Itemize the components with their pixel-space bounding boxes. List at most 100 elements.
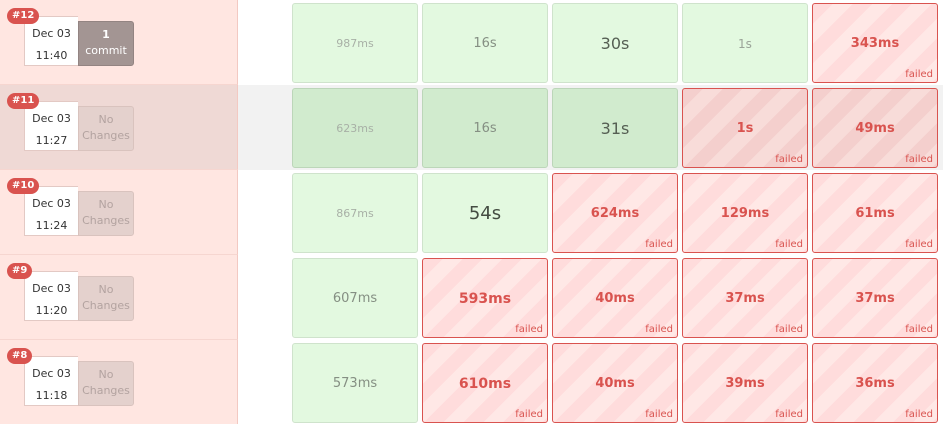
stage-duration: 49ms: [855, 121, 895, 136]
build-row: #10 Dec 03 11:24 No Changes 867ms 54s 62…: [0, 170, 943, 255]
stage-duration: 1s: [738, 37, 752, 51]
stage-duration: 40ms: [595, 291, 635, 306]
stage-duration: 343ms: [850, 36, 900, 51]
build-number-badge[interactable]: #10: [7, 178, 40, 194]
stage-cell[interactable]: 30s: [552, 3, 678, 83]
build-cell[interactable]: #11 Dec 03 11:27 No Changes: [0, 85, 238, 170]
build-date-day: Dec 03: [32, 282, 71, 295]
build-number-badge[interactable]: #8: [7, 348, 33, 364]
stage-cell[interactable]: 607ms: [292, 258, 418, 338]
changes-button[interactable]: No Changes: [78, 106, 134, 151]
stage-duration: 129ms: [720, 206, 770, 221]
stage-duration: 39ms: [725, 376, 765, 391]
build-number-badge[interactable]: #11: [7, 93, 40, 109]
changes-count: No: [98, 113, 114, 126]
build-date-day: Dec 03: [32, 112, 71, 125]
failed-label: failed: [645, 239, 673, 250]
stage-cell[interactable]: 573ms: [292, 343, 418, 423]
stage-duration: 37ms: [725, 291, 765, 306]
changes-count: 1: [102, 28, 110, 41]
failed-label: failed: [775, 239, 803, 250]
stage-cell-failed[interactable]: 624ms failed: [552, 173, 678, 253]
build-date: Dec 03 11:18: [24, 356, 78, 406]
stage-duration: 31s: [600, 119, 630, 138]
changes-count: No: [98, 368, 114, 381]
changes-label: commit: [85, 44, 127, 57]
build-cell[interactable]: #12 Dec 03 11:40 1 commit: [0, 0, 238, 85]
changes-label: Changes: [82, 299, 130, 312]
stage-cell-failed[interactable]: 40ms failed: [552, 258, 678, 338]
stage-duration: 16s: [473, 36, 497, 51]
stage-duration: 593ms: [458, 291, 512, 307]
changes-button[interactable]: No Changes: [78, 276, 134, 321]
stage-cell-failed[interactable]: 40ms failed: [552, 343, 678, 423]
build-date-time: 11:24: [35, 219, 68, 232]
changes-button[interactable]: No Changes: [78, 361, 134, 406]
stage-cell[interactable]: 31s: [552, 88, 678, 168]
failed-label: failed: [905, 324, 933, 335]
changes-label: Changes: [82, 129, 130, 142]
build-cell[interactable]: #9 Dec 03 11:20 No Changes: [0, 255, 238, 340]
build-cell[interactable]: #10 Dec 03 11:24 No Changes: [0, 170, 238, 255]
failed-label: failed: [645, 409, 673, 420]
stage-duration: 16s: [473, 121, 497, 136]
stage-duration: 61ms: [855, 206, 895, 221]
stage-cell-failed[interactable]: 37ms failed: [812, 258, 938, 338]
build-date-day: Dec 03: [32, 197, 71, 210]
failed-label: failed: [775, 324, 803, 335]
build-date-time: 11:27: [35, 134, 68, 147]
stage-cell-failed[interactable]: 129ms failed: [682, 173, 808, 253]
failed-label: failed: [905, 154, 933, 165]
stage-cell-failed[interactable]: 36ms failed: [812, 343, 938, 423]
build-number-badge[interactable]: #12: [7, 8, 40, 24]
build-number-badge[interactable]: #9: [7, 263, 33, 279]
stage-cell[interactable]: 16s: [422, 3, 548, 83]
changes-button[interactable]: No Changes: [78, 191, 134, 236]
stage-duration: 30s: [600, 34, 630, 53]
build-date-day: Dec 03: [32, 367, 71, 380]
changes-button[interactable]: 1 commit: [78, 21, 134, 66]
build-row: #12 Dec 03 11:40 1 commit 987ms 16s 30s …: [0, 0, 943, 85]
stage-duration: 867ms: [336, 207, 374, 220]
build-date: Dec 03 11:20: [24, 271, 78, 321]
build-row: #11 Dec 03 11:27 No Changes 623ms 16s 31…: [0, 85, 943, 170]
stage-duration: 987ms: [336, 37, 374, 50]
build-cell[interactable]: #8 Dec 03 11:18 No Changes: [0, 340, 238, 424]
stage-cell-failed[interactable]: 61ms failed: [812, 173, 938, 253]
build-date-day: Dec 03: [32, 27, 71, 40]
stage-duration: 610ms: [458, 376, 512, 392]
stage-cell-failed[interactable]: 39ms failed: [682, 343, 808, 423]
failed-label: failed: [515, 409, 543, 420]
changes-count: No: [98, 198, 114, 211]
changes-count: No: [98, 283, 114, 296]
stage-duration: 40ms: [595, 376, 635, 391]
stage-cell[interactable]: 987ms: [292, 3, 418, 83]
build-date-time: 11:20: [35, 304, 68, 317]
stage-cell[interactable]: 623ms: [292, 88, 418, 168]
stage-cell-failed[interactable]: 37ms failed: [682, 258, 808, 338]
build-row: #8 Dec 03 11:18 No Changes 573ms 610ms f…: [0, 340, 943, 424]
stage-cell[interactable]: 16s: [422, 88, 548, 168]
stage-cell-failed[interactable]: 343ms failed: [812, 3, 938, 83]
stage-duration: 37ms: [855, 291, 895, 306]
failed-label: failed: [905, 239, 933, 250]
stage-cell-failed[interactable]: 610ms failed: [422, 343, 548, 423]
build-date-time: 11:18: [35, 389, 68, 402]
changes-label: Changes: [82, 214, 130, 227]
failed-label: failed: [645, 324, 673, 335]
stage-duration: 624ms: [590, 206, 640, 221]
stage-cell-failed[interactable]: 1s failed: [682, 88, 808, 168]
stage-duration: 36ms: [855, 376, 895, 391]
failed-label: failed: [775, 409, 803, 420]
stage-duration: 1s: [736, 121, 754, 136]
changes-label: Changes: [82, 384, 130, 397]
stage-cell[interactable]: 1s: [682, 3, 808, 83]
stage-cell[interactable]: 867ms: [292, 173, 418, 253]
stage-cell[interactable]: 54s: [422, 173, 548, 253]
stage-duration: 607ms: [332, 291, 378, 306]
failed-label: failed: [905, 69, 933, 80]
stage-duration: 573ms: [332, 376, 378, 391]
failed-label: failed: [775, 154, 803, 165]
stage-cell-failed[interactable]: 593ms failed: [422, 258, 548, 338]
stage-cell-failed[interactable]: 49ms failed: [812, 88, 938, 168]
